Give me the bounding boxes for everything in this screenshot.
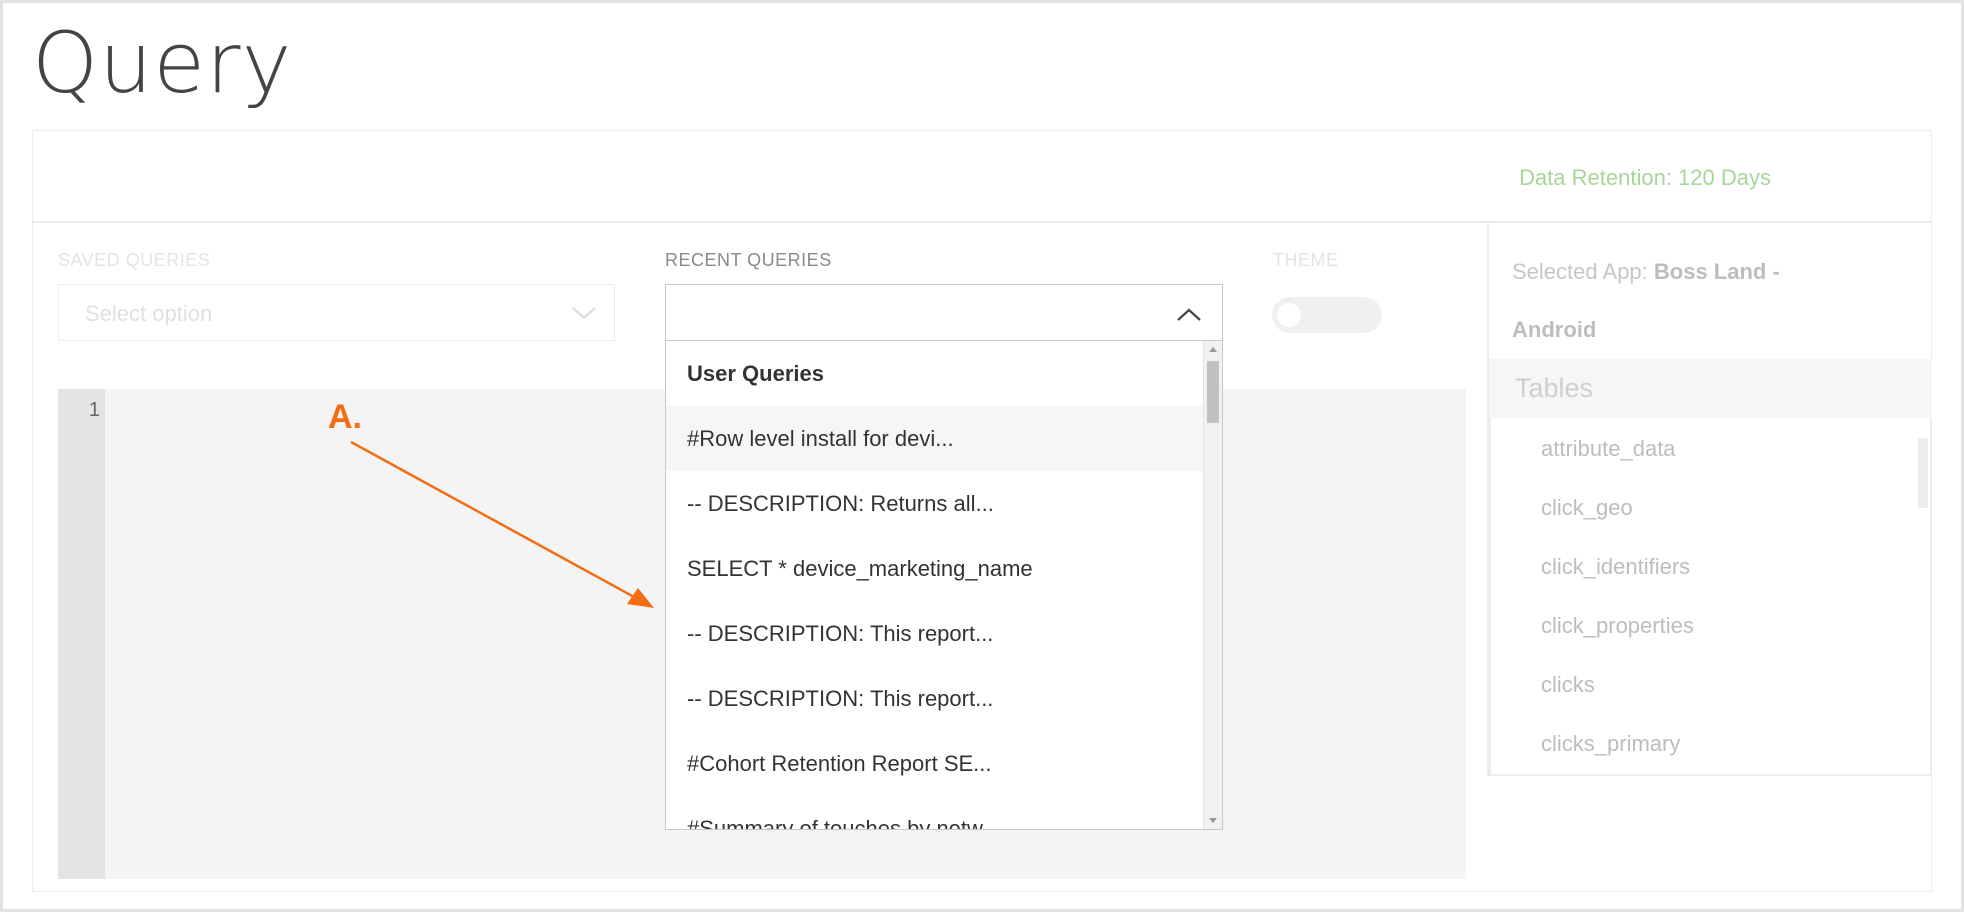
dropdown-option[interactable]: #Summary of touches by netw... [666, 796, 1204, 829]
scrollbar-thumb[interactable] [1207, 361, 1219, 423]
dropdown-option[interactable]: -- DESCRIPTION: This report... [666, 666, 1204, 731]
dropdown-scrollbar[interactable] [1203, 341, 1222, 829]
tables-list: attribute_data click_geo click_identifie… [1489, 418, 1932, 776]
recent-queries-select[interactable] [665, 284, 1223, 341]
selected-app-prefix: Selected App: [1512, 259, 1654, 284]
dropdown-group-user-queries: User Queries [687, 361, 824, 386]
scroll-down-icon[interactable] [1209, 818, 1217, 823]
selected-app: Selected App: Boss Land - Android [1512, 243, 1842, 359]
recent-queries-dropdown: User Queries #Row level install for devi… [665, 341, 1223, 830]
chevron-up-icon [1177, 308, 1201, 321]
tables-scrollbar[interactable] [1916, 418, 1930, 774]
dropdown-option[interactable]: SELECT * device_marketing_name [666, 536, 1204, 601]
table-item[interactable]: click_identifiers [1541, 554, 1690, 580]
table-item[interactable]: attribute_data [1541, 436, 1676, 462]
schema-sidebar: Selected App: Boss Land - Android Tables… [1487, 223, 1932, 776]
dropdown-option[interactable]: #Row level install for devi... [666, 406, 1204, 471]
table-item[interactable]: clicks_primary [1541, 731, 1680, 757]
dropdown-option[interactable]: #Cohort Retention Report SE... [666, 731, 1204, 796]
table-item[interactable]: clicks [1541, 672, 1595, 698]
dropdown-option[interactable]: -- DESCRIPTION: Returns all... [666, 471, 1204, 536]
tables-heading: Tables [1489, 359, 1932, 418]
dropdown-option[interactable]: -- DESCRIPTION: This report... [666, 601, 1204, 666]
table-item[interactable]: click_properties [1541, 613, 1694, 639]
table-item[interactable]: click_geo [1541, 495, 1633, 521]
scroll-up-icon[interactable] [1209, 347, 1217, 352]
tables-scrollbar-thumb[interactable] [1918, 438, 1928, 508]
